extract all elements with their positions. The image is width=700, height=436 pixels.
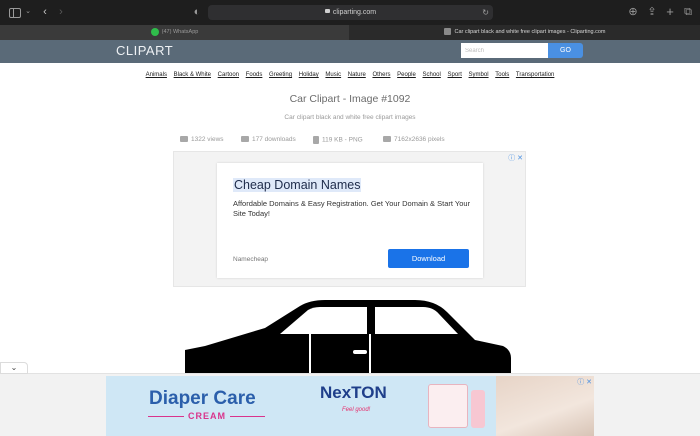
divider <box>148 416 184 417</box>
views-stat: 1322 views <box>180 136 224 143</box>
image-dimensions: 7162x2636 pixels <box>394 136 445 143</box>
category-link[interactable]: Transportation <box>516 72 554 78</box>
adchoices-icon[interactable]: ⓘ ✕ <box>508 153 523 163</box>
ad-download-button[interactable]: Download <box>388 249 469 268</box>
share-icon[interactable]: ⇪ <box>646 5 658 19</box>
sidebar-toggle-icon[interactable] <box>9 8 21 18</box>
site-logo[interactable]: CLIPART <box>116 43 173 58</box>
tab-label: Car clipart black and white free clipart… <box>454 29 606 35</box>
category-link[interactable]: Greeting <box>269 72 292 78</box>
category-link[interactable]: Foods <box>246 72 263 78</box>
lock-icon <box>324 9 330 14</box>
ad-card[interactable]: Cheap Domain Names Affordable Domains & … <box>217 163 483 278</box>
ad-headline: Diaper Care <box>149 388 256 409</box>
category-link[interactable]: Cartoon <box>218 72 239 78</box>
category-link[interactable]: Holiday <box>299 72 319 78</box>
browser-toolbar: ⌄ ‹ › ◐ cliparting.com ↻ ⊕ ⇪ + ⧉ <box>0 0 700 25</box>
ad-tagline: Feel good! <box>342 407 371 413</box>
chevron-down-icon[interactable]: ⌄ <box>24 5 32 19</box>
category-link[interactable]: Music <box>325 72 341 78</box>
downloads-icon[interactable]: ⊕ <box>627 5 639 19</box>
tab-label: (47) WhatsApp <box>161 29 199 35</box>
tab-cliparting[interactable]: Car clipart black and white free clipart… <box>350 25 700 40</box>
product-tube-image <box>471 390 485 428</box>
ad-body: Affordable Domains & Easy Registration. … <box>233 199 471 218</box>
image-stats: 1322 views 177 downloads 119 KB - PNG 71… <box>0 136 700 146</box>
page-title: Car Clipart - Image #1092 <box>289 93 411 105</box>
diaper-cream-ad[interactable]: Diaper Care CREAM NexTON Feel good! ⓘ ✕ <box>106 376 594 436</box>
domain-ad[interactable]: ⓘ ✕ Cheap Domain Names Affordable Domain… <box>173 151 526 287</box>
category-link[interactable]: Symbol <box>469 72 489 78</box>
category-link[interactable]: Sport <box>448 72 462 78</box>
downloads-count: 177 downloads <box>252 136 296 143</box>
back-icon[interactable]: ‹ <box>40 5 50 19</box>
site-header: CLIPART <box>0 40 700 63</box>
search-input[interactable] <box>461 43 548 58</box>
downloads-stat: 177 downloads <box>241 136 296 143</box>
whatsapp-icon <box>150 27 159 36</box>
ad-advertiser: Namecheap <box>233 256 269 263</box>
size-stat: 119 KB - PNG <box>313 136 363 144</box>
page-subtitle: Car clipart black and white free clipart… <box>284 114 416 121</box>
new-tab-icon[interactable]: + <box>664 5 676 19</box>
address-bar[interactable]: cliparting.com ↻ <box>208 5 493 20</box>
ad-brand-logo: NexTON <box>320 383 387 402</box>
car-clipart-image[interactable] <box>185 298 515 374</box>
category-link[interactable]: Tools <box>495 72 509 78</box>
url-text: cliparting.com <box>332 9 377 16</box>
reload-icon[interactable]: ↻ <box>482 5 489 20</box>
forward-icon[interactable]: › <box>56 5 66 19</box>
privacy-shield-icon[interactable]: ◐ <box>192 5 202 19</box>
divider <box>230 416 265 417</box>
category-link[interactable]: Nature <box>348 72 366 78</box>
favicon-icon <box>444 28 452 36</box>
category-link[interactable]: Others <box>372 72 390 78</box>
ad-subline: CREAM <box>188 411 226 421</box>
adchoices-icon[interactable]: ⓘ ✕ <box>577 377 592 387</box>
category-link[interactable]: Black & White <box>174 72 211 78</box>
ad-headline[interactable]: Cheap Domain Names <box>233 178 362 192</box>
category-link[interactable]: People <box>397 72 416 78</box>
download-icon <box>241 136 249 143</box>
tab-bar: (47) WhatsApp Car clipart black and whit… <box>0 25 700 40</box>
go-button[interactable]: GO <box>548 43 583 58</box>
file-icon <box>313 136 319 144</box>
eye-icon <box>180 136 188 143</box>
collapse-ad-button[interactable]: ⌄ <box>0 362 28 374</box>
category-link[interactable]: Animals <box>146 72 167 78</box>
monitor-icon <box>383 136 391 143</box>
views-count: 1322 views <box>191 136 224 143</box>
chevron-down-icon: ⌄ <box>10 363 18 372</box>
category-nav: Animals Black & White Cartoon Foods Gree… <box>0 72 700 78</box>
file-size: 119 KB - PNG <box>322 136 363 144</box>
category-link[interactable]: School <box>423 72 441 78</box>
tab-overview-icon[interactable]: ⧉ <box>682 5 694 19</box>
dimensions-stat: 7162x2636 pixels <box>383 136 445 143</box>
product-box-image <box>428 384 468 428</box>
tab-whatsapp[interactable]: (47) WhatsApp <box>0 25 349 40</box>
